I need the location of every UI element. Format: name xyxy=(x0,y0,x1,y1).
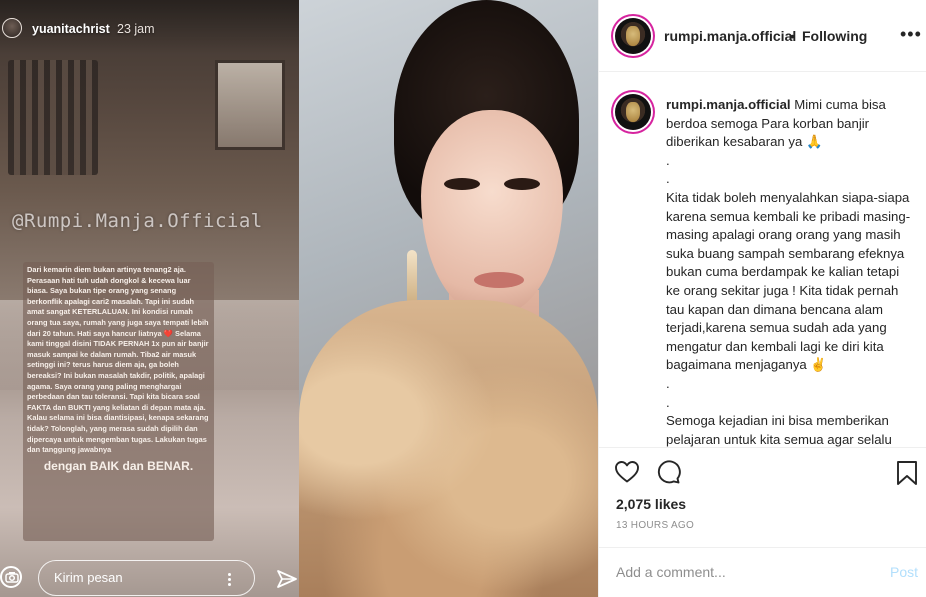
camera-icon[interactable] xyxy=(0,566,22,588)
caption-section: rumpi.manja.official Mimi cuma bisa berd… xyxy=(599,72,926,447)
header-separator: • xyxy=(790,28,795,44)
caption-avatar[interactable] xyxy=(615,94,651,130)
header-avatar[interactable] xyxy=(615,18,651,54)
post-button[interactable]: Post xyxy=(890,564,918,580)
post-panel: rumpi.manja.official • Following ••• rum… xyxy=(598,0,926,597)
story-avatar[interactable] xyxy=(2,18,22,38)
post-header: rumpi.manja.official • Following ••• xyxy=(599,0,926,72)
caption-line: . xyxy=(666,375,670,391)
story-reply-input[interactable]: Kirim pesan xyxy=(38,560,255,596)
comment-input[interactable]: Add a comment... xyxy=(616,564,726,580)
story-final-line: dengan BAIK dan BENAR. xyxy=(43,458,194,473)
photo-eye-right xyxy=(504,178,540,190)
photo-feather-dress xyxy=(299,300,598,597)
comment-icon[interactable] xyxy=(655,460,681,484)
post-photo xyxy=(299,0,598,597)
caption-line: . xyxy=(666,171,670,187)
caption-line: Semoga kejadian ini bisa memberikan pela… xyxy=(666,413,892,447)
heart-icon[interactable] xyxy=(614,460,640,484)
story-panel: yuanitachrist 23 jam @Rumpi.Manja.Offici… xyxy=(0,0,299,597)
send-icon[interactable] xyxy=(276,569,298,589)
story-username[interactable]: yuanitachrist xyxy=(32,22,110,36)
header-username[interactable]: rumpi.manja.official xyxy=(664,28,796,44)
background-shelf xyxy=(8,60,98,175)
post-actions: 2,075 likes 13 HOURS AGO xyxy=(599,447,926,560)
photo-lips xyxy=(474,272,524,288)
story-watermark: @Rumpi.Manja.Official xyxy=(12,210,263,232)
background-window xyxy=(215,60,285,150)
story-text: Dari kemarin diem bukan artinya tenang2 … xyxy=(27,265,209,455)
story-time: 23 jam xyxy=(117,22,155,36)
add-comment-bar: Add a comment... Post xyxy=(599,547,926,597)
caption-line: Kita tidak boleh menyalahkan siapa-siapa… xyxy=(666,189,911,373)
following-button[interactable]: Following xyxy=(802,28,867,44)
more-icon[interactable]: ••• xyxy=(900,24,922,45)
photo-eye-left xyxy=(444,178,480,190)
caption-username[interactable]: rumpi.manja.official xyxy=(666,97,791,112)
story-more-icon[interactable] xyxy=(228,571,231,588)
post-timestamp[interactable]: 13 HOURS AGO xyxy=(616,520,694,531)
caption-line: . xyxy=(666,394,670,410)
bookmark-icon[interactable] xyxy=(896,460,918,486)
likes-count[interactable]: 2,075 likes xyxy=(616,496,686,512)
caption-line: . xyxy=(666,152,670,168)
caption-text: rumpi.manja.official Mimi cuma bisa berd… xyxy=(666,96,914,447)
story-text-box: Dari kemarin diem bukan artinya tenang2 … xyxy=(23,262,214,541)
